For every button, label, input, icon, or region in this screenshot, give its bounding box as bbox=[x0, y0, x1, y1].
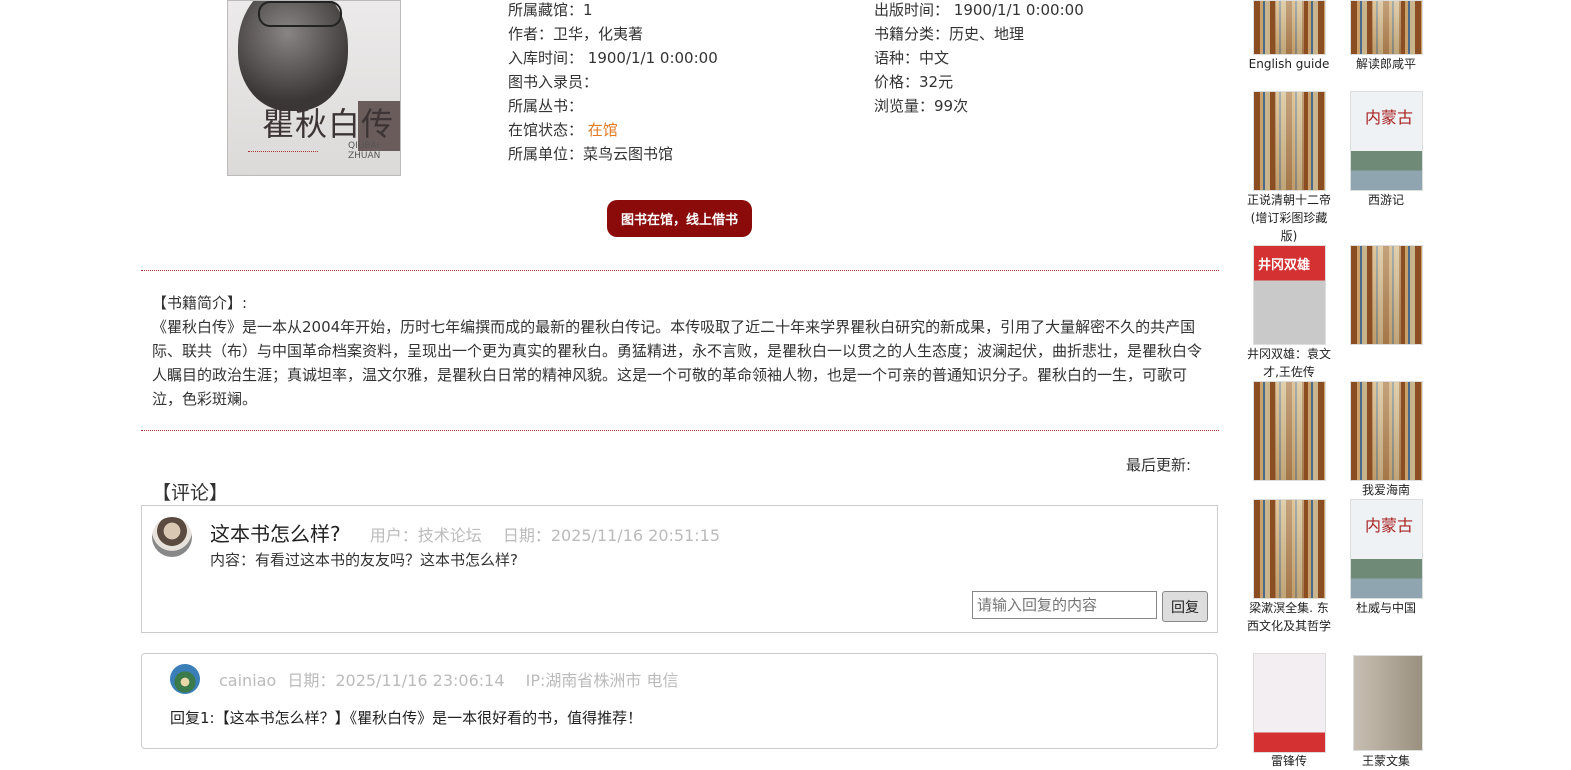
intro-heading: 【书籍简介】: bbox=[152, 294, 248, 312]
sidebar-book-title[interactable]: English guide bbox=[1244, 55, 1334, 73]
sidebar-book-cover[interactable] bbox=[1253, 0, 1326, 55]
sidebar-book-title[interactable]: 井冈双雄：袁文才,王佐传 bbox=[1244, 345, 1334, 381]
divider-bottom bbox=[141, 430, 1219, 431]
publisher-mark bbox=[248, 151, 318, 158]
field-author: 作者：卫华，化夷著 bbox=[508, 25, 644, 43]
sidebar-book-cover[interactable] bbox=[1253, 381, 1326, 481]
sidebar-book-title[interactable]: 正说清朝十二帝(增订彩图珍藏版) bbox=[1244, 191, 1334, 245]
sidebar-book-title[interactable]: 我爱海南 bbox=[1341, 481, 1431, 499]
reply-input[interactable] bbox=[972, 591, 1157, 619]
sidebar-book-title[interactable]: 西游记 bbox=[1341, 191, 1431, 209]
book-intro: 【书籍简介】: 《瞿秋白传》是一本从2004年开始，历时七年编撰而成的最新的瞿秋… bbox=[152, 291, 1212, 411]
question-date: 日期：2025/11/16 20:51:15 bbox=[502, 526, 720, 545]
sidebar-book-title[interactable]: 杜威与中国 bbox=[1341, 599, 1431, 617]
book-cover: 瞿秋白传 QIUBAI ZHUAN bbox=[227, 0, 401, 176]
question-title: 这本书怎么样? bbox=[210, 522, 341, 546]
field-publish-time: 出版时间： 1900/1/1 0:00:00 bbox=[874, 1, 1084, 19]
field-series: 所属丛书： bbox=[508, 97, 584, 115]
divider-top bbox=[141, 270, 1219, 271]
reply-ip: IP:湖南省株洲市 电信 bbox=[525, 671, 679, 690]
sidebar-book-cover[interactable] bbox=[1353, 655, 1423, 751]
question-content: 内容：有看过这本书的友友吗？这本书怎么样? bbox=[210, 551, 518, 569]
question-header: 这本书怎么样? 用户：技术论坛 日期：2025/11/16 20:51:15 bbox=[210, 518, 720, 547]
field-price: 价格：32元 bbox=[874, 73, 954, 91]
sidebar-book-title[interactable]: 梁漱溟全集. 东西文化及其哲学 bbox=[1244, 599, 1334, 635]
field-views: 浏览量：99次 bbox=[874, 97, 969, 115]
reply-content: 回复1:【这本书怎么样？】《瞿秋白传》是一本很好看的书，值得推荐！ bbox=[170, 709, 643, 727]
reply-card: cainiao 日期：2025/11/16 23:06:14 IP:湖南省株洲市… bbox=[141, 653, 1218, 749]
reply-date: 日期：2025/11/16 23:06:14 bbox=[287, 671, 505, 690]
sidebar-book-cover[interactable] bbox=[1253, 499, 1326, 599]
cover-text: 内蒙古 bbox=[1365, 516, 1414, 535]
status-badge: 在馆 bbox=[583, 121, 618, 139]
field-recorder: 图书入录员： bbox=[508, 73, 599, 91]
field-library: 所属藏馆：1 bbox=[508, 1, 593, 19]
sidebar-book-cover[interactable] bbox=[1350, 0, 1423, 55]
comments-heading: 【评论】 bbox=[152, 482, 229, 504]
sidebar-book-cover[interactable] bbox=[1350, 381, 1423, 481]
sidebar-book-cover[interactable]: 井冈双雄 bbox=[1253, 245, 1326, 345]
glasses-shape bbox=[258, 1, 342, 27]
sidebar-book-cover[interactable]: 内蒙古 bbox=[1350, 91, 1423, 191]
sidebar-book-title[interactable]: 王蒙文集 bbox=[1341, 752, 1431, 770]
sidebar-book-cover[interactable] bbox=[1253, 653, 1326, 753]
cover-text: 内蒙古 bbox=[1365, 108, 1414, 127]
sidebar-book-cover[interactable] bbox=[1253, 91, 1326, 191]
field-category: 书籍分类：历史、地理 bbox=[874, 25, 1025, 43]
question-card: 这本书怎么样? 用户：技术论坛 日期：2025/11/16 20:51:15 内… bbox=[141, 505, 1218, 633]
sidebar-book-title[interactable]: 雷锋传 bbox=[1244, 752, 1334, 770]
user-avatar[interactable] bbox=[152, 517, 192, 557]
book-info-right: 出版时间： 1900/1/1 0:00:00 书籍分类：历史、地理 语种：中文 … bbox=[874, 0, 1084, 118]
sidebar-book-cover[interactable] bbox=[1350, 245, 1423, 345]
borrow-online-button[interactable]: 图书在馆，线上借书 bbox=[607, 200, 752, 237]
reply-user: cainiao bbox=[219, 671, 277, 690]
sidebar-book-cover[interactable]: 内蒙古 bbox=[1350, 499, 1423, 599]
field-status: 在馆状态： 在馆 bbox=[508, 121, 618, 139]
last-updated: 最后更新: bbox=[1126, 456, 1192, 474]
sidebar-book-list: English guide 解读郎咸平 内蒙古 正说清朝十二帝(增订彩图珍藏版)… bbox=[1247, 0, 1433, 768]
field-unit: 所属单位：菜鸟云图书馆 bbox=[508, 145, 674, 163]
question-user: 用户：技术论坛 bbox=[369, 526, 482, 545]
reply-avatar[interactable] bbox=[170, 664, 200, 694]
intro-text: 《瞿秋白传》是一本从2004年开始，历时七年编撰而成的最新的瞿秋白传记。本传吸取… bbox=[152, 318, 1203, 408]
book-info-left: 所属藏馆：1 作者：卫华，化夷著 入库时间： 1900/1/1 0:00:00 … bbox=[508, 0, 718, 166]
sidebar-book-title[interactable]: 解读郎咸平 bbox=[1341, 55, 1431, 73]
cover-text: 井冈双雄 bbox=[1258, 258, 1311, 273]
cover-subtitle: QIUBAI ZHUAN bbox=[348, 141, 381, 161]
field-language: 语种：中文 bbox=[874, 49, 950, 67]
reply-header: cainiao 日期：2025/11/16 23:06:14 IP:湖南省株洲市… bbox=[219, 667, 678, 691]
field-stock-time: 入库时间： 1900/1/1 0:00:00 bbox=[508, 49, 718, 67]
reply-button[interactable]: 回复 bbox=[1162, 591, 1208, 622]
cover-title: 瞿秋白传 bbox=[262, 105, 395, 143]
